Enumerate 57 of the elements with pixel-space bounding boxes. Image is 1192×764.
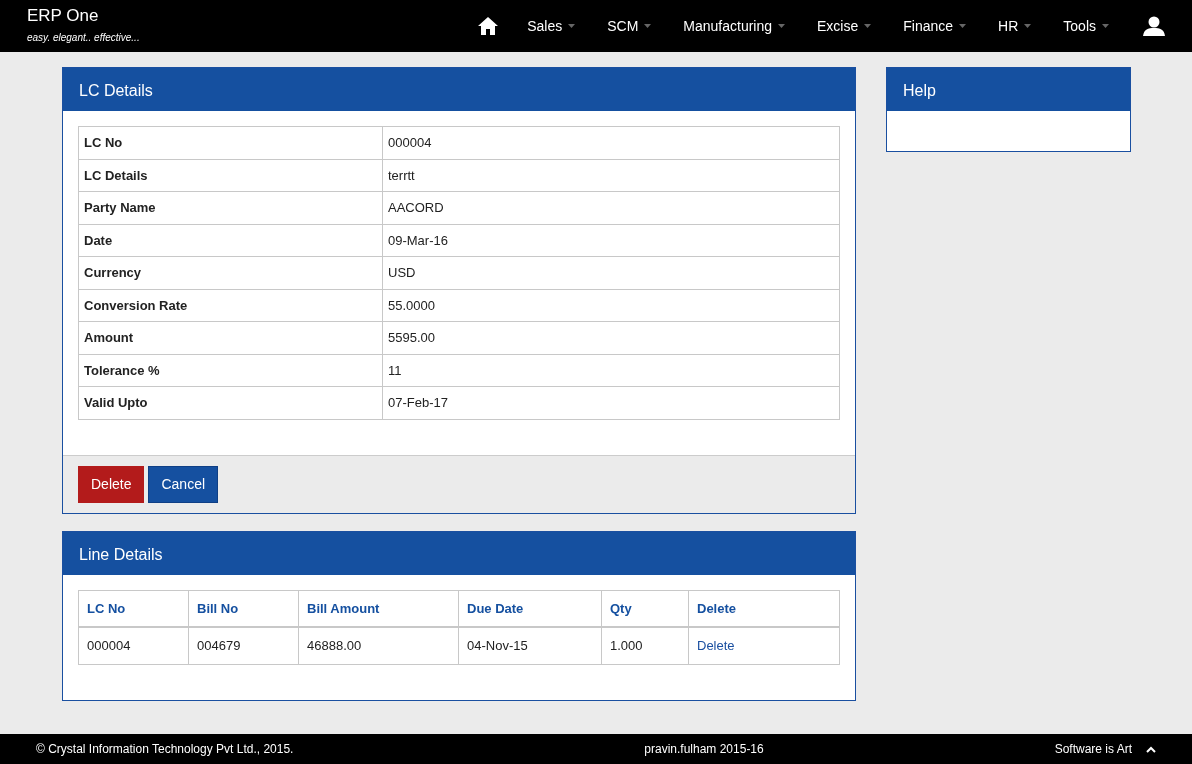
field-label: Currency [78, 256, 383, 289]
caret-icon [864, 24, 872, 28]
nav-menu[interactable]: Manufacturing [667, 15, 802, 37]
table-cell: 46888.00 [298, 627, 459, 664]
caret-icon [1102, 24, 1109, 28]
nav-menu[interactable]: Excise [801, 15, 888, 37]
app-tagline: easy. elegant.. effective... [27, 30, 140, 45]
user-icon[interactable] [1143, 16, 1165, 36]
caret-icon [1024, 24, 1032, 28]
field-value: 000004 [382, 126, 840, 159]
copyright-text: © Crystal Information Technology Pvt Ltd., 2015. [36, 741, 294, 758]
field-value: 55.0000 [382, 289, 840, 322]
table-cell: 000004 [78, 627, 189, 664]
field-label: LC Details [78, 159, 383, 192]
app-title: ERP One [27, 7, 100, 26]
field-value: 09-Mar-16 [382, 224, 840, 257]
chevron-up-icon[interactable] [1146, 745, 1156, 753]
delete-button[interactable]: Delete [78, 465, 145, 503]
column-header: Bill No [188, 590, 299, 627]
caret-icon [778, 24, 786, 28]
motto-text: Software is Art [1054, 741, 1132, 758]
field-label: Date [78, 224, 383, 257]
field-label: Amount [78, 321, 383, 354]
caret-icon [959, 24, 967, 28]
field-value: terrtt [382, 159, 840, 192]
panel-title: Help [887, 68, 1130, 111]
table-cell: 04-Nov-15 [458, 627, 602, 664]
nav-menu[interactable]: HR [982, 15, 1048, 37]
field-label: Tolerance % [78, 354, 383, 387]
panel-title: LC Details [63, 68, 855, 111]
table-cell: 1.000 [601, 627, 689, 664]
table-cell: 004679 [188, 627, 299, 664]
field-label: LC No [78, 126, 383, 159]
delete-link[interactable]: Delete [697, 638, 735, 653]
nav-menu[interactable]: Finance [887, 15, 983, 37]
panel-title: Line Details [63, 531, 855, 575]
column-header: Qty [601, 590, 689, 627]
user-session-text: pravin.fulham 2015-16 [643, 741, 765, 758]
field-value: AACORD [382, 191, 840, 224]
field-value: 11 [382, 354, 840, 387]
column-header: LC No [78, 590, 189, 627]
column-header: Bill Amount [298, 590, 459, 627]
caret-icon [644, 24, 652, 28]
field-label: Party Name [78, 191, 383, 224]
nav-menu[interactable]: SCM [591, 15, 668, 37]
field-label: Valid Upto [78, 386, 383, 419]
nav-menu[interactable]: Sales [511, 15, 592, 37]
column-header: Delete [688, 590, 840, 627]
caret-icon [568, 24, 576, 28]
field-value: 5595.00 [382, 321, 840, 354]
field-label: Conversion Rate [78, 289, 383, 322]
home-icon[interactable] [477, 16, 500, 36]
field-value: USD [382, 256, 840, 289]
field-value: 07-Feb-17 [382, 386, 840, 419]
column-header: Due Date [458, 590, 602, 627]
nav-menu[interactable]: Tools [1047, 15, 1125, 37]
cancel-button[interactable]: Cancel [148, 465, 219, 503]
